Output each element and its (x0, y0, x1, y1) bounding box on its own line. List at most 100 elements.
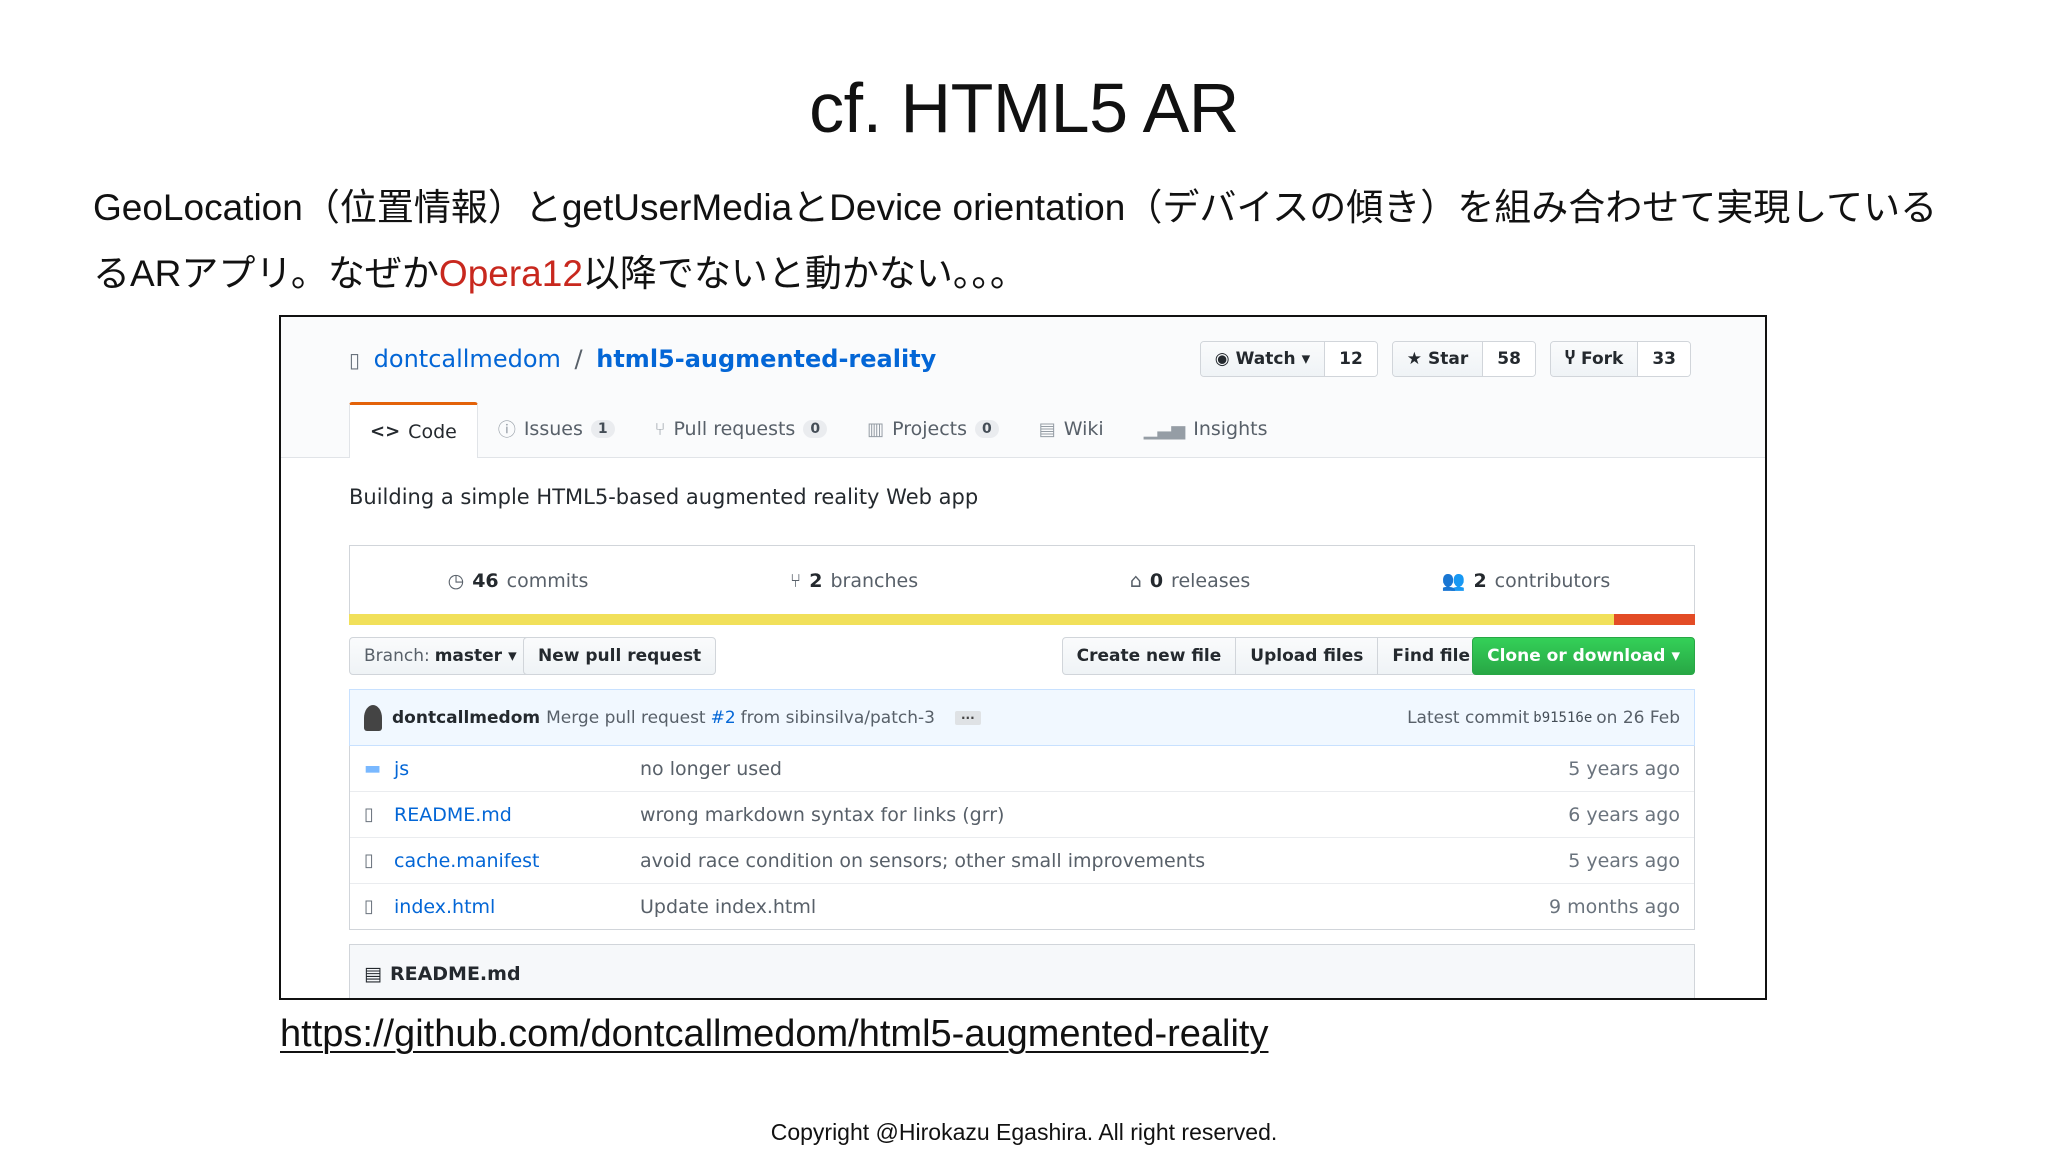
readme-header: ▤ README.md (349, 944, 1695, 998)
fork-button[interactable]: Ⴤ Fork (1550, 342, 1639, 376)
repo-description: Building a simple HTML5-based augmented … (349, 485, 979, 509)
star-button[interactable]: ★ Star (1392, 342, 1484, 376)
star-control: ★ Star 58 (1391, 341, 1536, 377)
commit-date: on 26 Feb (1596, 707, 1680, 728)
book-icon: ▤ (364, 963, 382, 985)
star-icon: ★ (1406, 349, 1423, 369)
file-row: ▯ README.md wrong markdown syntax for li… (350, 791, 1694, 837)
branch-name: master (434, 646, 503, 666)
language-bar[interactable] (349, 614, 1695, 625)
file-name-link[interactable]: cache.manifest (394, 850, 640, 872)
releases-label: releases (1171, 569, 1251, 592)
slide-title: cf. HTML5 AR (809, 69, 1239, 147)
issue-icon: ⓘ (497, 420, 516, 441)
commit-sha[interactable]: b91516e (1533, 710, 1592, 726)
file-age: 9 months ago (1548, 895, 1680, 918)
repo-icon: ▯ (349, 348, 361, 372)
expand-commit-button[interactable]: ··· (954, 710, 981, 725)
repo-actions: ◉ Watch ▾ 12 ★ Star 58 Ⴤ Fork 33 (1199, 341, 1691, 377)
watch-button[interactable]: ◉ Watch ▾ (1200, 342, 1326, 376)
eye-icon: ◉ (1214, 349, 1230, 369)
clone-or-download-button[interactable]: Clone or download ▾ (1472, 637, 1695, 675)
find-file-button[interactable]: Find file (1377, 637, 1485, 675)
commits-count: 46 (472, 569, 499, 592)
new-pull-request-button[interactable]: New pull request (523, 637, 717, 675)
github-screenshot: ▯ dontcallmedom / html5-augmented-realit… (279, 315, 1767, 1000)
readme-title: README.md (389, 963, 521, 985)
branches-link[interactable]: ⑂ 2 branches (686, 546, 1022, 615)
fork-count[interactable]: 33 (1638, 342, 1690, 376)
latest-commit-label: Latest commit (1407, 707, 1530, 728)
file-row: ▬ js no longer used 5 years ago (350, 746, 1694, 791)
tag-icon: ⌂ (1129, 569, 1142, 592)
numbers-summary: ◷ 46 commits ⑂ 2 branches ⌂ 0 releases 👥 2 contr… (349, 545, 1695, 615)
releases-count: 0 (1149, 569, 1164, 592)
repo-url-link[interactable]: https://github.com/dontcallmedom/html5-a… (280, 1013, 1268, 1056)
commit-message-prefix[interactable]: Merge pull request (546, 708, 706, 728)
commit-message-suffix[interactable]: from sibinsilva/patch-3 (741, 708, 935, 728)
commits-link[interactable]: ◷ 46 commits (350, 546, 686, 615)
latest-commit-bar: dontcallmedom Merge pull request #2 from… (349, 689, 1695, 746)
repo-header: ▯ dontcallmedom / html5-augmented-realit… (281, 317, 1765, 458)
caret-down-icon: ▾ (508, 646, 517, 666)
folder-icon: ▬ (364, 758, 382, 779)
tab-issues[interactable]: ⓘ Issues 1 (478, 402, 635, 456)
repo-separator: / (574, 345, 583, 373)
file-commit-message[interactable]: Update index.html (640, 896, 1549, 918)
repo-owner-link[interactable]: dontcallmedom (374, 345, 561, 373)
file-name-link[interactable]: js (394, 758, 640, 780)
file-commit-message[interactable]: avoid race condition on sensors; other s… (640, 850, 1568, 872)
contributors-count: 2 (1473, 569, 1487, 592)
avatar[interactable] (364, 704, 382, 731)
releases-link[interactable]: ⌂ 0 releases (1022, 546, 1358, 615)
watch-count[interactable]: 12 (1325, 342, 1377, 376)
repo-title: ▯ dontcallmedom / html5-augmented-realit… (349, 345, 936, 373)
tab-code[interactable]: <> Code (349, 402, 478, 458)
code-icon: <> (370, 421, 401, 442)
tab-insights[interactable]: ▁▃▅ Insights (1124, 402, 1288, 456)
tab-label: Insights (1193, 418, 1268, 440)
slide-description: GeoLocation（位置情報）とgetUserMediaとDevice or… (93, 175, 1993, 307)
copyright-notice: Copyright @Hirokazu Egashira. All right … (770, 1119, 1278, 1145)
star-label: Star (1428, 349, 1469, 369)
file-actions-group: Create new file Upload files Find file (1061, 637, 1485, 675)
repo-name-link[interactable]: html5-augmented-reality (596, 345, 936, 373)
caret-down-icon: ▾ (1301, 349, 1311, 369)
language-segment-primary (349, 614, 1615, 625)
desc-text-1: GeoLocation（位置情報）とgetUserMediaとDevice or… (93, 187, 1938, 228)
file-icon: ▯ (364, 850, 374, 871)
tab-projects[interactable]: ▥ Projects 0 (847, 402, 1019, 456)
tab-pull-requests[interactable]: ⑂ Pull requests 0 (635, 402, 847, 456)
desc-text-2: るARアプリ。なぜか (93, 253, 439, 294)
caret-down-icon: ▾ (1671, 646, 1680, 666)
watch-control: ◉ Watch ▾ 12 (1199, 341, 1378, 377)
tab-label: Wiki (1063, 418, 1104, 440)
tab-wiki[interactable]: ▤ Wiki (1019, 402, 1124, 456)
file-navigation: Branch: master ▾ New pull request Create n… (349, 637, 1695, 677)
file-name-link[interactable]: index.html (394, 896, 640, 918)
commit-pr-link[interactable]: #2 (711, 708, 736, 728)
fork-control: Ⴤ Fork 33 (1549, 341, 1691, 377)
contributors-link[interactable]: 👥 2 contributors (1358, 546, 1694, 615)
upload-files-button[interactable]: Upload files (1235, 637, 1379, 675)
branch-prefix: Branch: (364, 646, 430, 666)
file-icon: ▯ (364, 804, 374, 825)
history-icon: ◷ (447, 569, 465, 592)
branches-label: branches (830, 569, 919, 592)
file-row: ▯ index.html Update index.html 9 months … (350, 883, 1694, 929)
desc-text-3: 以降でないと動かない。。。 (582, 253, 1027, 294)
branch-icon: ⑂ (789, 569, 802, 592)
clone-label: Clone or download (1487, 646, 1666, 666)
commits-label: commits (506, 569, 589, 592)
file-age: 5 years ago (1568, 757, 1680, 780)
star-count[interactable]: 58 (1483, 342, 1535, 376)
file-commit-message[interactable]: no longer used (640, 758, 1568, 780)
tab-label: Code (408, 420, 457, 443)
commit-author[interactable]: dontcallmedom (392, 708, 540, 728)
tab-label: Projects (892, 418, 967, 440)
file-icon: ▯ (364, 896, 374, 917)
file-name-link[interactable]: README.md (394, 804, 640, 826)
create-new-file-button[interactable]: Create new file (1061, 637, 1237, 675)
branch-select-button[interactable]: Branch: master ▾ (349, 637, 532, 675)
file-commit-message[interactable]: wrong markdown syntax for links (grr) (640, 804, 1568, 826)
